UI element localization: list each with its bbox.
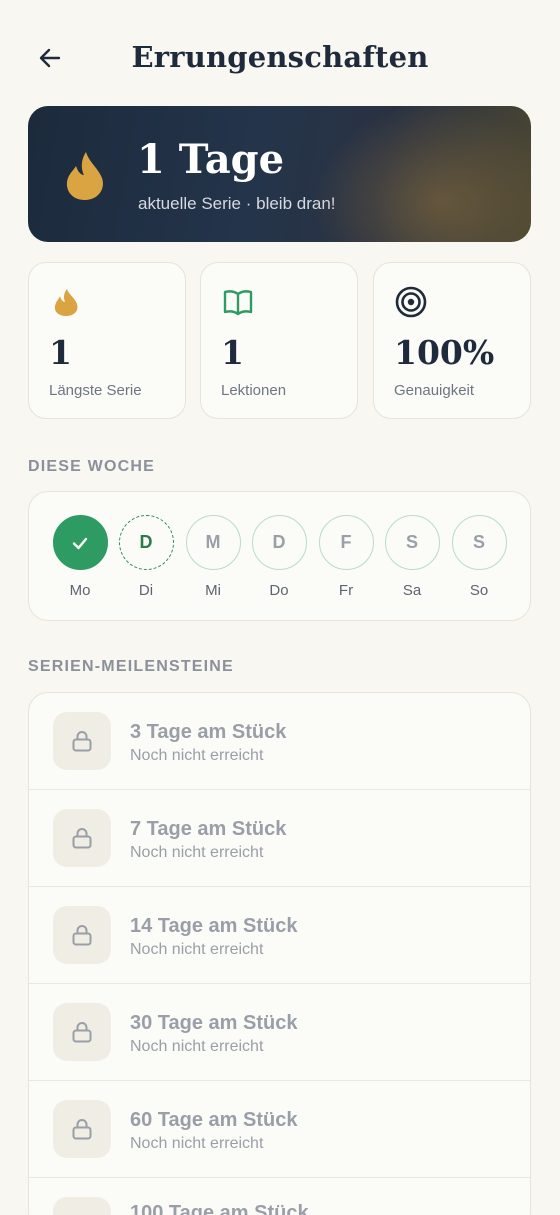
milestone-status: Noch nicht erreicht [130,1038,264,1055]
milestone-item[interactable]: 14 Tage am Stück Noch nicht erreicht [29,887,530,984]
flame-icon [66,152,103,200]
day-name: Sa [402,582,422,599]
flame-icon [54,289,78,316]
app-header: Errungenschaften [0,0,560,106]
book-icon [223,290,253,316]
milestone-title: 100 Tage am Stück [130,1202,309,1215]
lock-icon [72,1119,92,1140]
lock-badge [53,1197,111,1215]
lock-badge [53,809,111,867]
day-name: Di [138,582,154,599]
lock-badge [53,712,111,770]
milestone-list: 3 Tage am Stück Noch nicht erreicht 7 Ta… [28,692,531,1215]
stat-label: Lektionen [221,382,287,399]
stat-value: 1 [221,333,244,372]
lock-icon [72,1022,92,1043]
stat-card-longest-streak: 1 Längste Serie [28,262,186,419]
day-circle: S [384,515,440,570]
day-wednesday[interactable]: M Mi [185,515,241,599]
lock-badge [53,906,111,964]
section-label-this-week: DIESE WOCHE [28,458,155,475]
day-circle: S [451,515,507,570]
stat-value: 1 [49,333,72,372]
day-thursday[interactable]: D Do [251,515,307,599]
milestone-item[interactable]: 100 Tage am Stück [29,1178,530,1215]
section-label-milestones: SERIEN-MEILENSTEINE [28,658,234,675]
milestone-item[interactable]: 3 Tage am Stück Noch nicht erreicht [29,693,530,790]
day-monday[interactable]: Mo [52,515,108,599]
day-circle: D [251,515,307,570]
milestone-status: Noch nicht erreicht [130,1135,264,1152]
day-name: Fr [338,582,354,599]
milestone-status: Noch nicht erreicht [130,844,264,861]
current-streak-card: 1 Tage aktuelle Serie · bleib dran! [28,106,531,242]
checkmark-icon [72,537,88,549]
stat-card-accuracy: 100% Genauigkeit [373,262,531,419]
milestone-title: 60 Tage am Stück [130,1109,298,1131]
milestone-title: 30 Tage am Stück [130,1012,298,1034]
day-name: Do [269,582,289,599]
lock-icon [72,828,92,849]
day-circle-today: D [118,515,174,570]
day-circle-completed [52,515,108,570]
stat-label: Genauigkeit [394,382,475,399]
stat-value: 100% [394,333,495,372]
milestone-status: Noch nicht erreicht [130,747,264,764]
milestone-title: 3 Tage am Stück [130,721,287,743]
page-title: Errungenschaften [131,40,429,74]
target-icon [395,286,427,318]
day-sunday[interactable]: S So [451,515,507,599]
day-name: Mi [205,582,221,599]
week-tracker: Mo D Di M Mi D Do F Fr S Sa S So [28,491,531,621]
day-circle: F [318,515,374,570]
milestone-item[interactable]: 60 Tage am Stück Noch nicht erreicht [29,1081,530,1178]
milestone-title: 7 Tage am Stück [130,818,287,840]
lock-badge [53,1003,111,1061]
milestone-status: Noch nicht erreicht [130,941,264,958]
lock-icon [72,731,92,752]
stat-card-lessons: 1 Lektionen [200,262,358,419]
current-streak-subtitle: aktuelle Serie · bleib dran! [138,194,336,213]
day-tuesday[interactable]: D Di [118,515,174,599]
day-name: So [469,582,489,599]
milestone-item[interactable]: 7 Tage am Stück Noch nicht erreicht [29,790,530,887]
milestone-item[interactable]: 30 Tage am Stück Noch nicht erreicht [29,984,530,1081]
lock-icon [72,925,92,946]
day-saturday[interactable]: S Sa [384,515,440,599]
day-friday[interactable]: F Fr [318,515,374,599]
current-streak-value: 1 Tage [137,136,285,183]
milestone-title: 14 Tage am Stück [130,915,298,937]
stat-label: Längste Serie [49,382,142,399]
day-name: Mo [69,582,91,599]
day-circle: M [185,515,241,570]
lock-badge [53,1100,111,1158]
